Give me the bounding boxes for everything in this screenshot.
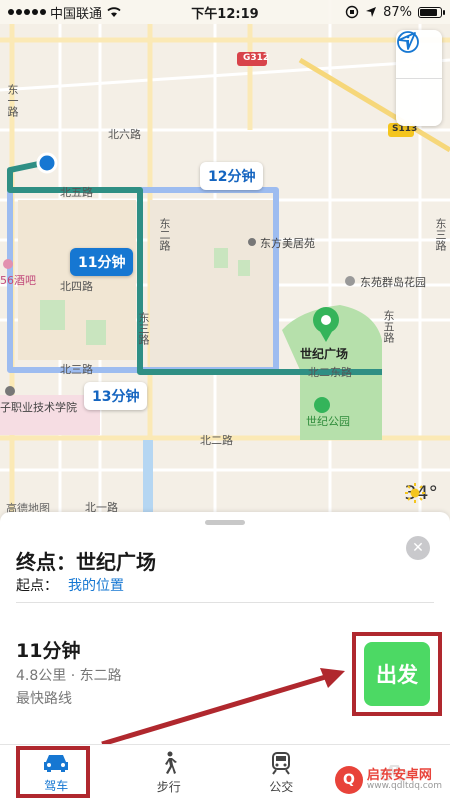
weather-indicator: 34° (404, 482, 438, 504)
wifi-icon (107, 7, 121, 17)
origin-link[interactable]: 我的位置 (68, 578, 124, 594)
poi-label[interactable]: 56酒吧 (0, 272, 36, 288)
poi-label[interactable]: 世纪公园 (306, 413, 350, 429)
poi-label[interactable]: 东苑群岛花园 (360, 274, 426, 290)
map-view[interactable]: G312 S113 北六路 北五路 北四路 北三路 北二路 北一路 东一路 东二… (0, 0, 450, 515)
route-time-bubble[interactable]: 13分钟 (84, 382, 148, 410)
watermark: Q 启东安卓网 www.qdltdq.com (330, 764, 446, 796)
tab-walk[interactable]: 步行 (113, 745, 226, 800)
location-arrow-icon (398, 32, 416, 50)
poi-label[interactable]: 子职业技术学院 (0, 399, 77, 415)
tab-drive-highlight (16, 746, 90, 798)
tab-label: 公交 (269, 779, 294, 794)
road-label: 北二路 (200, 434, 233, 447)
route-time-bubble-selected[interactable]: 11分钟 (70, 248, 134, 276)
route-type: 最快路线 (16, 691, 72, 707)
route-time-bubble[interactable]: 12分钟 (200, 162, 264, 190)
close-button[interactable]: ✕ (406, 536, 430, 560)
signal-icon (8, 9, 46, 15)
battery-icon (418, 6, 445, 18)
map-controls (396, 30, 442, 126)
watermark-url: www.qdltdq.com (366, 781, 442, 791)
directions-sheet: 终点：世纪广场 起点： 我的位置 ✕ 11分钟 4.8公里 · 东二路 最快路线 … (0, 512, 450, 800)
go-button[interactable]: 出发 (364, 642, 430, 706)
route-distance: 4.8公里 · 东二路 (16, 668, 122, 684)
road-label: 北三路 (60, 363, 93, 376)
destination-title: 终点：世纪广场 (16, 550, 156, 574)
road-label: 东三路 (434, 218, 447, 251)
status-bar: 中国联通 下午12:19 87% (0, 0, 450, 24)
tab-label: 步行 (156, 779, 181, 794)
sun-icon (405, 483, 426, 503)
start-point-marker (36, 152, 58, 174)
road-label: 北五路 (60, 186, 93, 199)
road-label: 北二东路 (308, 366, 352, 379)
road-label: 东五路 (382, 310, 395, 343)
train-icon (272, 751, 291, 775)
divider (16, 602, 434, 603)
sheet-grabber[interactable] (205, 520, 245, 525)
carrier-name: 中国联通 (50, 6, 103, 22)
road-label: 北六路 (108, 128, 141, 141)
road-label: 东一路 (6, 84, 19, 117)
close-icon: ✕ (412, 540, 424, 556)
location-services-icon (366, 7, 377, 17)
origin-row: 起点： 我的位置 (16, 575, 124, 595)
status-time: 下午12:19 (191, 6, 259, 22)
origin-label: 起点： (16, 578, 58, 594)
locate-button[interactable] (396, 32, 442, 126)
road-badge-g312: G312 (243, 53, 270, 63)
poi-label[interactable]: 东方美居苑 (260, 235, 315, 251)
route-eta: 11分钟 (16, 640, 81, 662)
walk-icon (164, 751, 177, 774)
road-label: 东三路 (137, 312, 150, 345)
go-button-highlight: 出发 (352, 632, 442, 716)
road-label: 东二路 (158, 218, 171, 251)
destination-label[interactable]: 世纪广场 (300, 345, 348, 362)
watermark-logo-icon: Q (334, 766, 363, 794)
orientation-lock-icon (345, 5, 359, 19)
battery-percent: 87% (383, 4, 412, 20)
road-label: 北四路 (60, 280, 93, 293)
tab-transit[interactable]: 公交 (225, 745, 338, 800)
